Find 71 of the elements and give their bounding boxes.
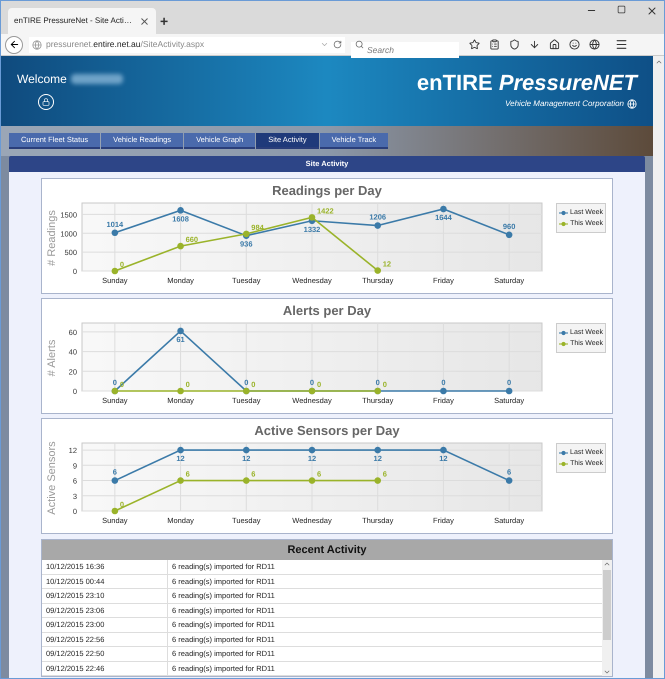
tab-title: enTIRE PressureNet - Site Acti… (14, 15, 133, 27)
data-point (242, 446, 250, 454)
data-point (374, 267, 382, 274)
back-arrow-icon (8, 39, 20, 50)
legend-marker-icon (559, 450, 568, 456)
data-point (374, 222, 382, 229)
reload-icon[interactable] (333, 40, 342, 49)
scrollbar[interactable] (602, 560, 612, 676)
data-point (112, 477, 118, 484)
data-point (506, 477, 512, 484)
maximize-icon[interactable] (617, 5, 626, 14)
home-icon[interactable] (549, 39, 560, 50)
legend-marker-icon (559, 460, 568, 466)
chart-title: Alerts per Day (282, 302, 372, 320)
data-point (112, 268, 118, 274)
data-point (112, 508, 118, 514)
data-point (177, 446, 184, 454)
data-point (177, 328, 184, 334)
url-field[interactable]: pressurenet.entire.net.au/SiteActivity.aspx (29, 36, 345, 52)
legend-marker-icon (559, 210, 568, 216)
menu-icon[interactable] (615, 38, 628, 51)
chart-title: Active Sensors per Day (253, 422, 401, 440)
back-button[interactable] (5, 36, 23, 54)
data-point (440, 446, 447, 454)
globe-icon (32, 40, 42, 50)
search-field[interactable]: Search (351, 42, 459, 58)
y-axis-title: Active Sensors (46, 441, 58, 515)
data-point (440, 206, 447, 212)
lock-icon (42, 98, 50, 106)
logo-text: enTIRE PressureNET (416, 70, 637, 96)
table-title: Recent Activity (42, 540, 612, 560)
legend-marker-icon (559, 340, 568, 346)
data-point (374, 446, 382, 454)
search-icon (355, 40, 364, 49)
data-point (177, 242, 184, 250)
scroll-up-icon[interactable] (603, 560, 611, 568)
legend-marker-icon (559, 220, 568, 226)
welcome-text: Welcome (17, 71, 67, 88)
close-icon[interactable] (139, 16, 150, 26)
shield-icon[interactable] (509, 39, 520, 50)
y-axis-title: # Readings (46, 210, 58, 266)
company-name: Vehicle Management Corporation (505, 98, 624, 110)
scroll-down-icon[interactable] (603, 668, 611, 676)
data-point (112, 229, 118, 236)
page-scrollbar[interactable] (653, 56, 664, 678)
globe-icon[interactable] (589, 39, 600, 50)
browser-tab[interactable]: enTIRE PressureNet - Site Acti… (8, 8, 156, 34)
url-text: pressurenet.entire.net.au/SiteActivity.aspx (46, 38, 206, 51)
bookmark-star-icon[interactable] (469, 39, 480, 50)
data-point (506, 232, 512, 238)
new-tab-button[interactable]: + (160, 14, 168, 28)
data-point (308, 446, 316, 454)
legend-marker-icon (559, 330, 568, 336)
globe-icon (627, 99, 637, 109)
data-point (374, 477, 382, 484)
data-point (440, 388, 447, 394)
download-icon[interactable] (529, 39, 540, 50)
close-icon[interactable] (646, 5, 658, 17)
logout-button[interactable] (38, 94, 54, 110)
data-point (242, 477, 250, 484)
data-point (177, 477, 184, 484)
data-point (506, 388, 512, 394)
smiley-icon[interactable] (569, 39, 580, 50)
clipboard-icon[interactable] (489, 39, 500, 50)
y-axis-title: # Alerts (46, 340, 58, 376)
data-point (177, 388, 184, 394)
data-point (308, 477, 316, 484)
chart-title: Readings per Day (271, 182, 383, 200)
data-point (177, 207, 184, 214)
scroll-up-icon[interactable] (654, 58, 662, 66)
blurred-username (70, 74, 123, 84)
